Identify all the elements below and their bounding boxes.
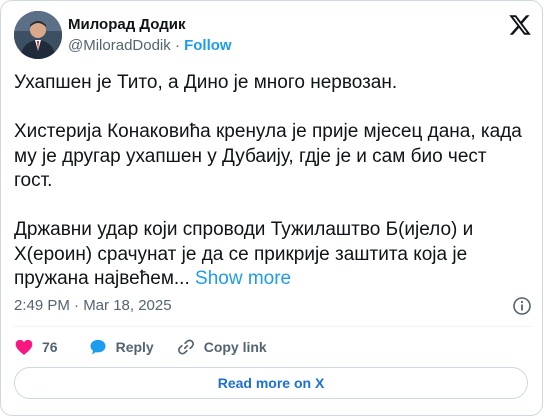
author-handle[interactable]: @MiloradDodik xyxy=(68,37,171,54)
author-display-name[interactable]: Милорад Додик xyxy=(68,15,232,34)
like-button[interactable]: 76 xyxy=(14,337,58,357)
tweet-timestamp[interactable]: 2:49 PM · Mar 18, 2025 xyxy=(14,297,172,314)
read-more-button[interactable]: Read more on X xyxy=(14,367,528,399)
x-logo-icon[interactable] xyxy=(508,13,532,37)
action-bar: 76 Reply Copy link xyxy=(14,335,267,359)
tweet-paragraph: Хистерија Конаковића кренула је прије мј… xyxy=(14,121,522,191)
follow-link[interactable]: Follow xyxy=(184,37,232,54)
handle-separator: · xyxy=(174,37,180,54)
tweet-paragraph: Државни удар који спроводи Тужилаштво Б(… xyxy=(14,218,524,292)
avatar-photo xyxy=(14,11,62,59)
author-handle-line: @MiloradDodik · Follow xyxy=(68,36,232,56)
divider xyxy=(14,326,532,327)
like-count: 76 xyxy=(42,339,58,355)
info-icon[interactable] xyxy=(512,296,532,316)
show-more-link[interactable]: Show more xyxy=(195,268,291,289)
tweet-meta: 2:49 PM · Mar 18, 2025 xyxy=(14,296,532,316)
tweet-text: Ухапшен је Тито, а Дино је много нервоза… xyxy=(14,71,524,292)
tweet-header: Милорад Додик @MiloradDodik · Follow xyxy=(14,11,532,61)
heart-icon xyxy=(15,339,33,355)
link-icon xyxy=(177,339,194,355)
author-names: Милорад Додик @MiloradDodik · Follow xyxy=(68,15,232,56)
tweet-card: Милорад Додик @MiloradDodik · Follow Уха… xyxy=(0,0,543,416)
avatar[interactable] xyxy=(14,11,62,59)
reply-label: Reply xyxy=(115,339,154,355)
copy-link-button[interactable]: Copy link xyxy=(176,337,267,357)
copy-link-label: Copy link xyxy=(203,339,267,355)
tweet-paragraph: Ухапшен је Тито, а Дино је много нервоза… xyxy=(14,72,398,93)
reply-button[interactable]: Reply xyxy=(88,337,154,357)
speech-bubble-icon xyxy=(90,339,106,355)
